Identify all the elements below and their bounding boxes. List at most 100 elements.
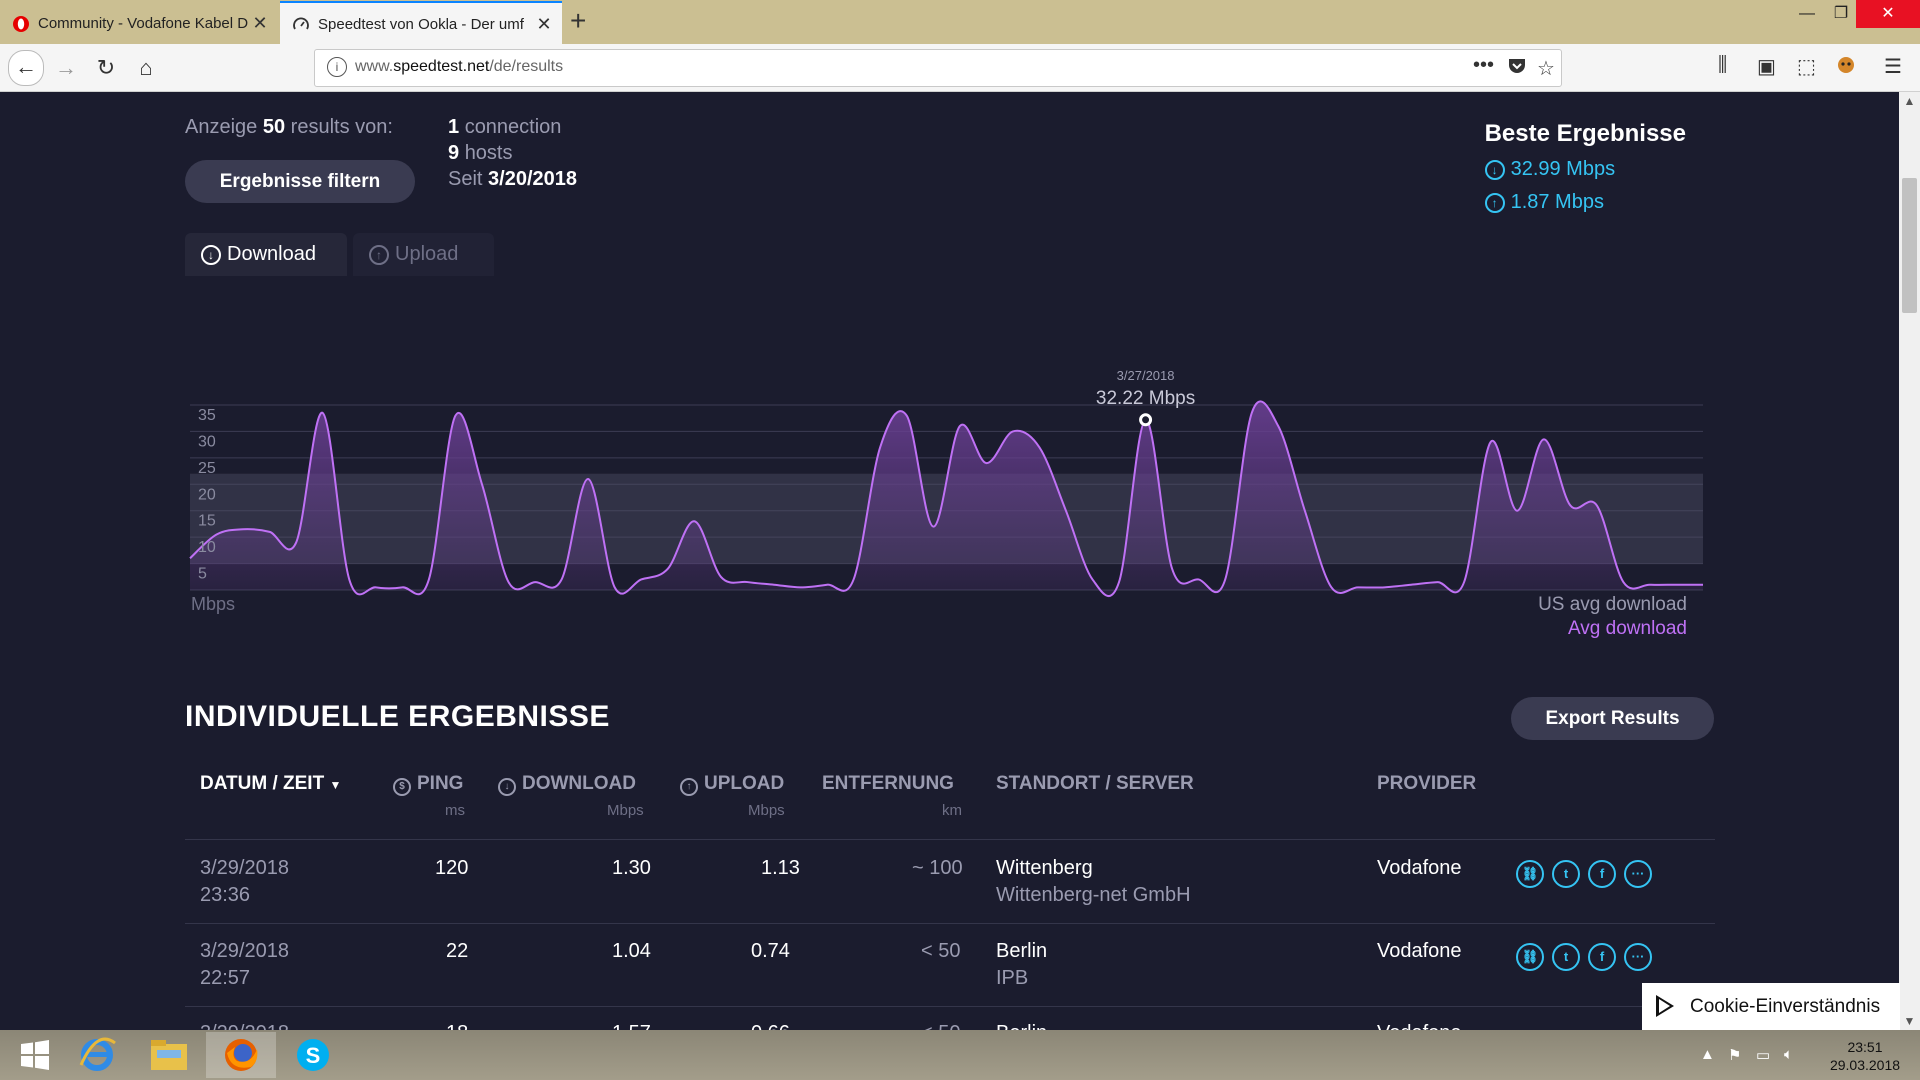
data-point[interactable]: [1328, 584, 1334, 590]
data-point[interactable]: [1275, 423, 1281, 429]
data-point[interactable]: [1673, 582, 1679, 588]
table-row[interactable]: 3/29/2018 22:57 22 1.04 0.74 < 50 Berlin…: [0, 940, 1899, 1022]
data-point[interactable]: [1355, 584, 1361, 590]
data-point[interactable]: [559, 576, 565, 582]
export-results-button[interactable]: Export Results: [1511, 697, 1714, 740]
data-point[interactable]: [1594, 502, 1600, 508]
twitter-icon[interactable]: t: [1552, 860, 1580, 888]
data-point[interactable]: [612, 584, 618, 590]
table-row[interactable]: 3/29/2018 23:36 120 1.30 1.13 ~ 100 Witt…: [0, 857, 1899, 939]
column-header-datetime[interactable]: DATUM / ZEIT ▼: [200, 773, 341, 795]
data-point[interactable]: [293, 539, 299, 545]
data-point[interactable]: [1063, 508, 1069, 514]
data-point[interactable]: [240, 526, 246, 532]
taskbar-clock[interactable]: 23:51 29.03.2018: [1810, 1038, 1920, 1074]
twitter-icon[interactable]: t: [1552, 943, 1580, 971]
data-point[interactable]: [638, 576, 644, 582]
scroll-up-icon[interactable]: ▲: [1899, 94, 1920, 108]
data-point[interactable]: [214, 532, 220, 538]
data-point[interactable]: [1541, 436, 1547, 442]
bookmark-star-icon[interactable]: ☆: [1537, 56, 1555, 81]
data-point[interactable]: [320, 410, 326, 416]
data-point[interactable]: [187, 555, 193, 561]
data-point[interactable]: [399, 584, 405, 590]
firefox-taskbar-icon[interactable]: [206, 1032, 276, 1078]
data-point[interactable]: [771, 582, 777, 588]
back-icon[interactable]: ←: [8, 50, 44, 86]
volume-icon[interactable]: 🔈︎: [1784, 1046, 1793, 1063]
sidebar-icon[interactable]: ▣: [1757, 54, 1776, 79]
internet-explorer-icon[interactable]: [62, 1032, 132, 1078]
data-point[interactable]: [1196, 576, 1202, 582]
data-point[interactable]: [957, 423, 963, 429]
link-icon[interactable]: ⛓: [1516, 860, 1544, 888]
data-point[interactable]: [798, 584, 804, 590]
data-point[interactable]: [479, 481, 485, 487]
table-row[interactable]: 3/29/2018 18 1.57 0.66 < 50 Berlin Vodaf…: [0, 1022, 1899, 1030]
data-point[interactable]: [1302, 508, 1308, 514]
data-point[interactable]: [1222, 576, 1228, 582]
data-point[interactable]: [1435, 579, 1441, 585]
browser-tab-community[interactable]: Community - Vodafone Kabel D ✕: [0, 3, 278, 44]
data-point[interactable]: [1620, 579, 1626, 585]
skype-icon[interactable]: S: [278, 1032, 348, 1078]
new-tab-icon[interactable]: +: [570, 6, 586, 36]
tooltip-marker[interactable]: [1139, 413, 1153, 427]
forward-icon[interactable]: →: [50, 52, 82, 84]
library-icon[interactable]: ⫼: [1718, 54, 1727, 77]
more-icon[interactable]: ···: [1624, 943, 1652, 971]
facebook-icon[interactable]: f: [1588, 860, 1616, 888]
data-point[interactable]: [532, 579, 538, 585]
data-point[interactable]: [1461, 579, 1467, 585]
facebook-icon[interactable]: f: [1588, 943, 1616, 971]
tray-expand-icon[interactable]: ▲: [1700, 1046, 1715, 1063]
browser-tab-speedtest[interactable]: Speedtest von Ookla - Der umf ✕: [280, 1, 562, 46]
data-point[interactable]: [1488, 439, 1494, 445]
data-point[interactable]: [585, 476, 591, 482]
data-point[interactable]: [452, 413, 458, 419]
windows-start-icon[interactable]: [0, 1032, 70, 1078]
data-point[interactable]: [373, 584, 379, 590]
file-explorer-icon[interactable]: [134, 1032, 204, 1078]
action-center-flag-icon[interactable]: ⚑: [1728, 1046, 1741, 1064]
data-point[interactable]: [904, 413, 910, 419]
close-tab-icon[interactable]: ✕: [532, 14, 556, 35]
page-actions-icon[interactable]: •••: [1473, 54, 1494, 77]
scroll-down-icon[interactable]: ▼: [1899, 1014, 1920, 1028]
address-bar[interactable]: i www.speedtest.net/de/results ••• ☆: [314, 49, 1562, 87]
data-point[interactable]: [1381, 584, 1387, 590]
data-point[interactable]: [744, 579, 750, 585]
site-info-icon[interactable]: i: [327, 57, 347, 77]
data-point[interactable]: [877, 444, 883, 450]
home-icon[interactable]: ⌂: [130, 52, 162, 84]
data-point[interactable]: [267, 529, 273, 535]
data-point[interactable]: [718, 574, 724, 580]
data-point[interactable]: [346, 576, 352, 582]
data-point[interactable]: [983, 460, 989, 466]
network-icon[interactable]: ▭: [1756, 1046, 1770, 1064]
reload-icon[interactable]: ↻: [90, 52, 122, 84]
data-point[interactable]: [426, 576, 432, 582]
data-point[interactable]: [930, 524, 936, 530]
extension-icon[interactable]: [1836, 54, 1856, 80]
data-point[interactable]: [665, 566, 671, 572]
data-point[interactable]: [691, 518, 697, 524]
data-point[interactable]: [1700, 582, 1706, 588]
close-window-icon[interactable]: ✕: [1856, 0, 1920, 28]
data-point[interactable]: [1089, 576, 1095, 582]
scrollbar-thumb[interactable]: [1902, 178, 1917, 313]
page-scrollbar[interactable]: ▲ ▼: [1899, 92, 1920, 1030]
screenshot-icon[interactable]: ⬚: [1797, 54, 1816, 79]
link-icon[interactable]: ⛓: [1516, 943, 1544, 971]
data-point[interactable]: [1169, 566, 1175, 572]
data-point[interactable]: [1408, 582, 1414, 588]
data-point[interactable]: [1567, 502, 1573, 508]
close-tab-icon[interactable]: ✕: [248, 13, 272, 34]
more-icon[interactable]: ···: [1624, 860, 1652, 888]
data-point[interactable]: [506, 579, 512, 585]
data-point[interactable]: [1249, 410, 1255, 416]
data-point[interactable]: [1514, 508, 1520, 514]
pocket-icon[interactable]: [1507, 56, 1527, 82]
data-point[interactable]: [1116, 579, 1122, 585]
data-point[interactable]: [1010, 428, 1016, 434]
